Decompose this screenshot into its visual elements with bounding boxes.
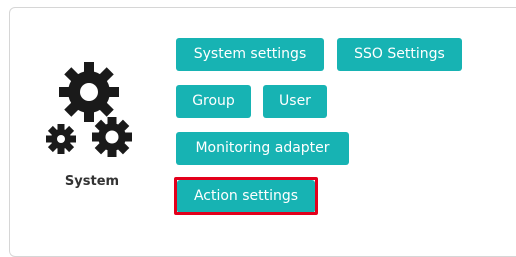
user-button[interactable]: User (263, 85, 327, 118)
gears-icon (46, 62, 132, 157)
sso-settings-button[interactable]: SSO Settings (337, 38, 462, 71)
module-label: System (64, 174, 120, 189)
system-module: System (44, 62, 144, 189)
monitoring-adapter-button[interactable]: Monitoring adapter (176, 132, 349, 165)
system-settings-button[interactable]: System settings (176, 38, 324, 71)
action-settings-button[interactable]: Action settings (177, 180, 315, 213)
group-button[interactable]: Group (176, 85, 251, 118)
